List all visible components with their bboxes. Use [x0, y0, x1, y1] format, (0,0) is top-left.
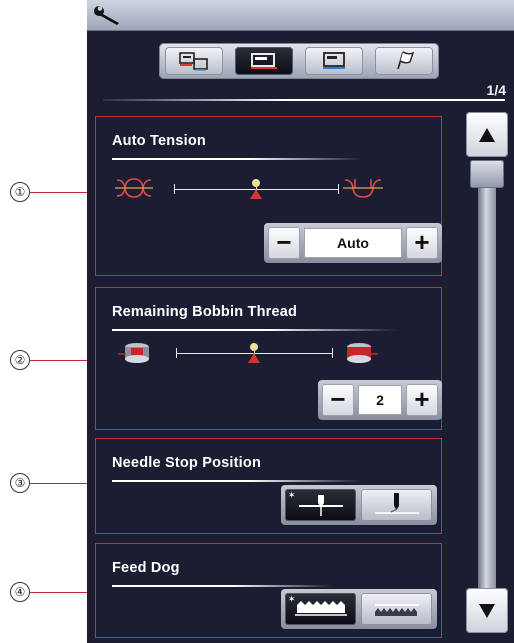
tension-stepper: − Auto +: [264, 223, 442, 263]
callout-4-leader: [30, 592, 92, 593]
bobbin-thread-title: Remaining Bobbin Thread: [112, 304, 298, 320]
sewing-machine-icon: [251, 53, 277, 69]
callout-4: ④: [10, 582, 30, 602]
callout-3: ③: [10, 473, 30, 493]
needle-up-icon: [375, 493, 419, 514]
feed-dog-down-icon: [375, 604, 419, 616]
loose-tension-icon: [115, 178, 153, 198]
tab-embroidery-machine[interactable]: [305, 47, 363, 75]
scroll-down-icon: [479, 604, 495, 618]
tab-machine-embroidery-pair[interactable]: [165, 47, 223, 75]
tension-value: Auto: [304, 228, 402, 258]
tension-decrease-button[interactable]: −: [268, 227, 300, 259]
bobbin-stepper: − 2 +: [318, 380, 442, 420]
tight-tension-icon: [343, 179, 383, 198]
tension-increase-button[interactable]: +: [406, 227, 438, 259]
needle-stop-toggle: ✶: [281, 485, 437, 525]
tension-indicator-knob: [252, 179, 260, 187]
bobbin-decrease-button[interactable]: −: [322, 384, 354, 416]
needle-down-icon: [299, 495, 343, 516]
feed-dog-title: Feed Dog: [112, 560, 180, 576]
callout-2-leader: [30, 360, 92, 361]
bobbin-indicator-knob: [250, 343, 258, 351]
mode-tabs: [159, 43, 439, 79]
bobbin-slider-end: [332, 348, 333, 358]
embroidery-machine-icon: [323, 52, 345, 69]
needle-stop-title: Needle Stop Position: [112, 455, 262, 471]
feed-dog-toggle: ✶: [281, 589, 437, 629]
scrollbar[interactable]: [466, 112, 508, 639]
auto-tension-panel: Auto Tension − Auto +: [95, 116, 442, 276]
bobbin-thread-panel: Remaining Bobbin Thread − 2 +: [95, 287, 442, 430]
callout-1-leader: [30, 192, 92, 193]
flag-icon: [397, 51, 415, 70]
needle-down-button[interactable]: ✶: [285, 489, 356, 521]
scroll-thumb[interactable]: [470, 160, 504, 188]
scroll-up-icon: [479, 128, 495, 142]
bobbin-marker: [248, 353, 260, 363]
page-indicator: 1/4: [486, 82, 506, 98]
tab-flag[interactable]: [375, 47, 433, 75]
tab-sewing-machine[interactable]: [235, 47, 293, 75]
feed-dog-panel: Feed Dog ✶: [95, 543, 442, 638]
full-bobbin-icon: [347, 343, 378, 363]
scroll-track[interactable]: [478, 188, 496, 588]
header-divider: [103, 99, 505, 101]
top-bar: [87, 0, 514, 31]
auto-tension-title: Auto Tension: [112, 133, 206, 149]
needle-up-button[interactable]: [361, 489, 432, 521]
feed-dog-up-icon: [295, 601, 347, 616]
wrench-icon[interactable]: [93, 4, 123, 26]
bobbin-value: 2: [358, 385, 402, 415]
tension-slider-end: [338, 184, 339, 194]
needle-stop-underline: [112, 480, 362, 482]
auto-tension-underline: [112, 158, 362, 160]
callout-1: ①: [10, 182, 30, 202]
bobbin-thread-underline: [112, 329, 397, 331]
tension-marker: [250, 189, 262, 199]
scroll-up-button[interactable]: [466, 112, 508, 157]
callout-2: ②: [10, 350, 30, 370]
empty-bobbin-icon: [118, 343, 149, 363]
bobbin-increase-button[interactable]: +: [406, 384, 438, 416]
machine-embroidery-pair-icon: [179, 52, 208, 71]
scroll-down-button[interactable]: [466, 588, 508, 633]
feed-dog-up-button[interactable]: ✶: [285, 593, 356, 625]
feed-dog-down-button[interactable]: [361, 593, 432, 625]
feed-dog-underline: [112, 585, 332, 587]
callout-3-leader: [30, 483, 92, 484]
settings-screen: 1/4 Auto Tension − Auto + Remaining Bobb…: [87, 0, 514, 643]
needle-stop-panel: Needle Stop Position ✶: [95, 438, 442, 534]
